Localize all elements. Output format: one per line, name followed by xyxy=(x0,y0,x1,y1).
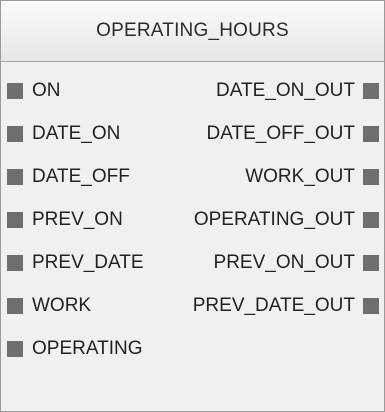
output-pin-label: DATE_ON_OUT xyxy=(215,80,355,101)
input-pin-date-off[interactable]: DATE_OFF xyxy=(7,165,130,189)
output-connector-icon[interactable] xyxy=(363,298,379,314)
input-connector-icon[interactable] xyxy=(7,83,23,99)
output-connector-icon[interactable] xyxy=(363,83,379,99)
output-connector-icon[interactable] xyxy=(363,169,379,185)
pin-row: WORK PREV_DATE_OUT xyxy=(1,294,384,318)
output-pin-label: WORK_OUT xyxy=(245,166,355,187)
input-pin-label: PREV_DATE xyxy=(32,252,144,273)
input-pin-label: OPERATING xyxy=(32,338,143,359)
input-pin-label: WORK xyxy=(32,295,92,316)
output-pin-prev-on-out[interactable]: PREV_ON_OUT xyxy=(214,251,379,275)
pin-row: DATE_ON DATE_OFF_OUT xyxy=(1,122,384,146)
pin-row: OPERATING xyxy=(1,337,384,361)
output-pin-work-out[interactable]: WORK_OUT xyxy=(245,165,379,189)
input-pin-prev-on[interactable]: PREV_ON xyxy=(7,208,123,232)
output-pin-operating-out[interactable]: OPERATING_OUT xyxy=(194,208,379,232)
output-pin-label: PREV_DATE_OUT xyxy=(192,295,355,316)
pin-row: PREV_DATE PREV_ON_OUT xyxy=(1,251,384,275)
input-connector-icon[interactable] xyxy=(7,255,23,271)
output-pin-label: OPERATING_OUT xyxy=(193,209,355,230)
output-pin-date-off-out[interactable]: DATE_OFF_OUT xyxy=(206,122,379,146)
input-connector-icon[interactable] xyxy=(7,212,23,228)
output-pin-label: DATE_OFF_OUT xyxy=(206,123,356,144)
pin-row: PREV_ON OPERATING_OUT xyxy=(1,208,384,232)
input-pin-date-on[interactable]: DATE_ON xyxy=(7,122,120,146)
pin-row: DATE_OFF WORK_OUT xyxy=(1,165,384,189)
output-connector-icon[interactable] xyxy=(363,255,379,271)
output-connector-icon[interactable] xyxy=(363,126,379,142)
pin-row: ON DATE_ON_OUT xyxy=(1,79,384,103)
input-pin-label: PREV_ON xyxy=(32,209,123,230)
input-pin-work[interactable]: WORK xyxy=(7,294,91,318)
input-connector-icon[interactable] xyxy=(7,341,23,357)
input-pin-label: DATE_ON xyxy=(32,123,121,144)
input-connector-icon[interactable] xyxy=(7,126,23,142)
input-connector-icon[interactable] xyxy=(7,298,23,314)
output-connector-icon[interactable] xyxy=(363,212,379,228)
input-pin-prev-date[interactable]: PREV_DATE xyxy=(7,251,144,275)
input-pin-on[interactable]: ON xyxy=(7,79,61,103)
input-pin-operating[interactable]: OPERATING xyxy=(7,337,143,361)
function-block[interactable]: OPERATING_HOURS ON DATE_ON_OUT DATE_ON D… xyxy=(0,0,385,412)
block-title: OPERATING_HOURS xyxy=(1,1,384,62)
output-pin-label: PREV_ON_OUT xyxy=(213,252,355,273)
output-pin-date-on-out[interactable]: DATE_ON_OUT xyxy=(216,79,379,103)
input-pin-label: ON xyxy=(32,80,61,101)
input-pin-label: DATE_OFF xyxy=(32,166,130,187)
input-connector-icon[interactable] xyxy=(7,169,23,185)
output-pin-prev-date-out[interactable]: PREV_DATE_OUT xyxy=(193,294,379,318)
